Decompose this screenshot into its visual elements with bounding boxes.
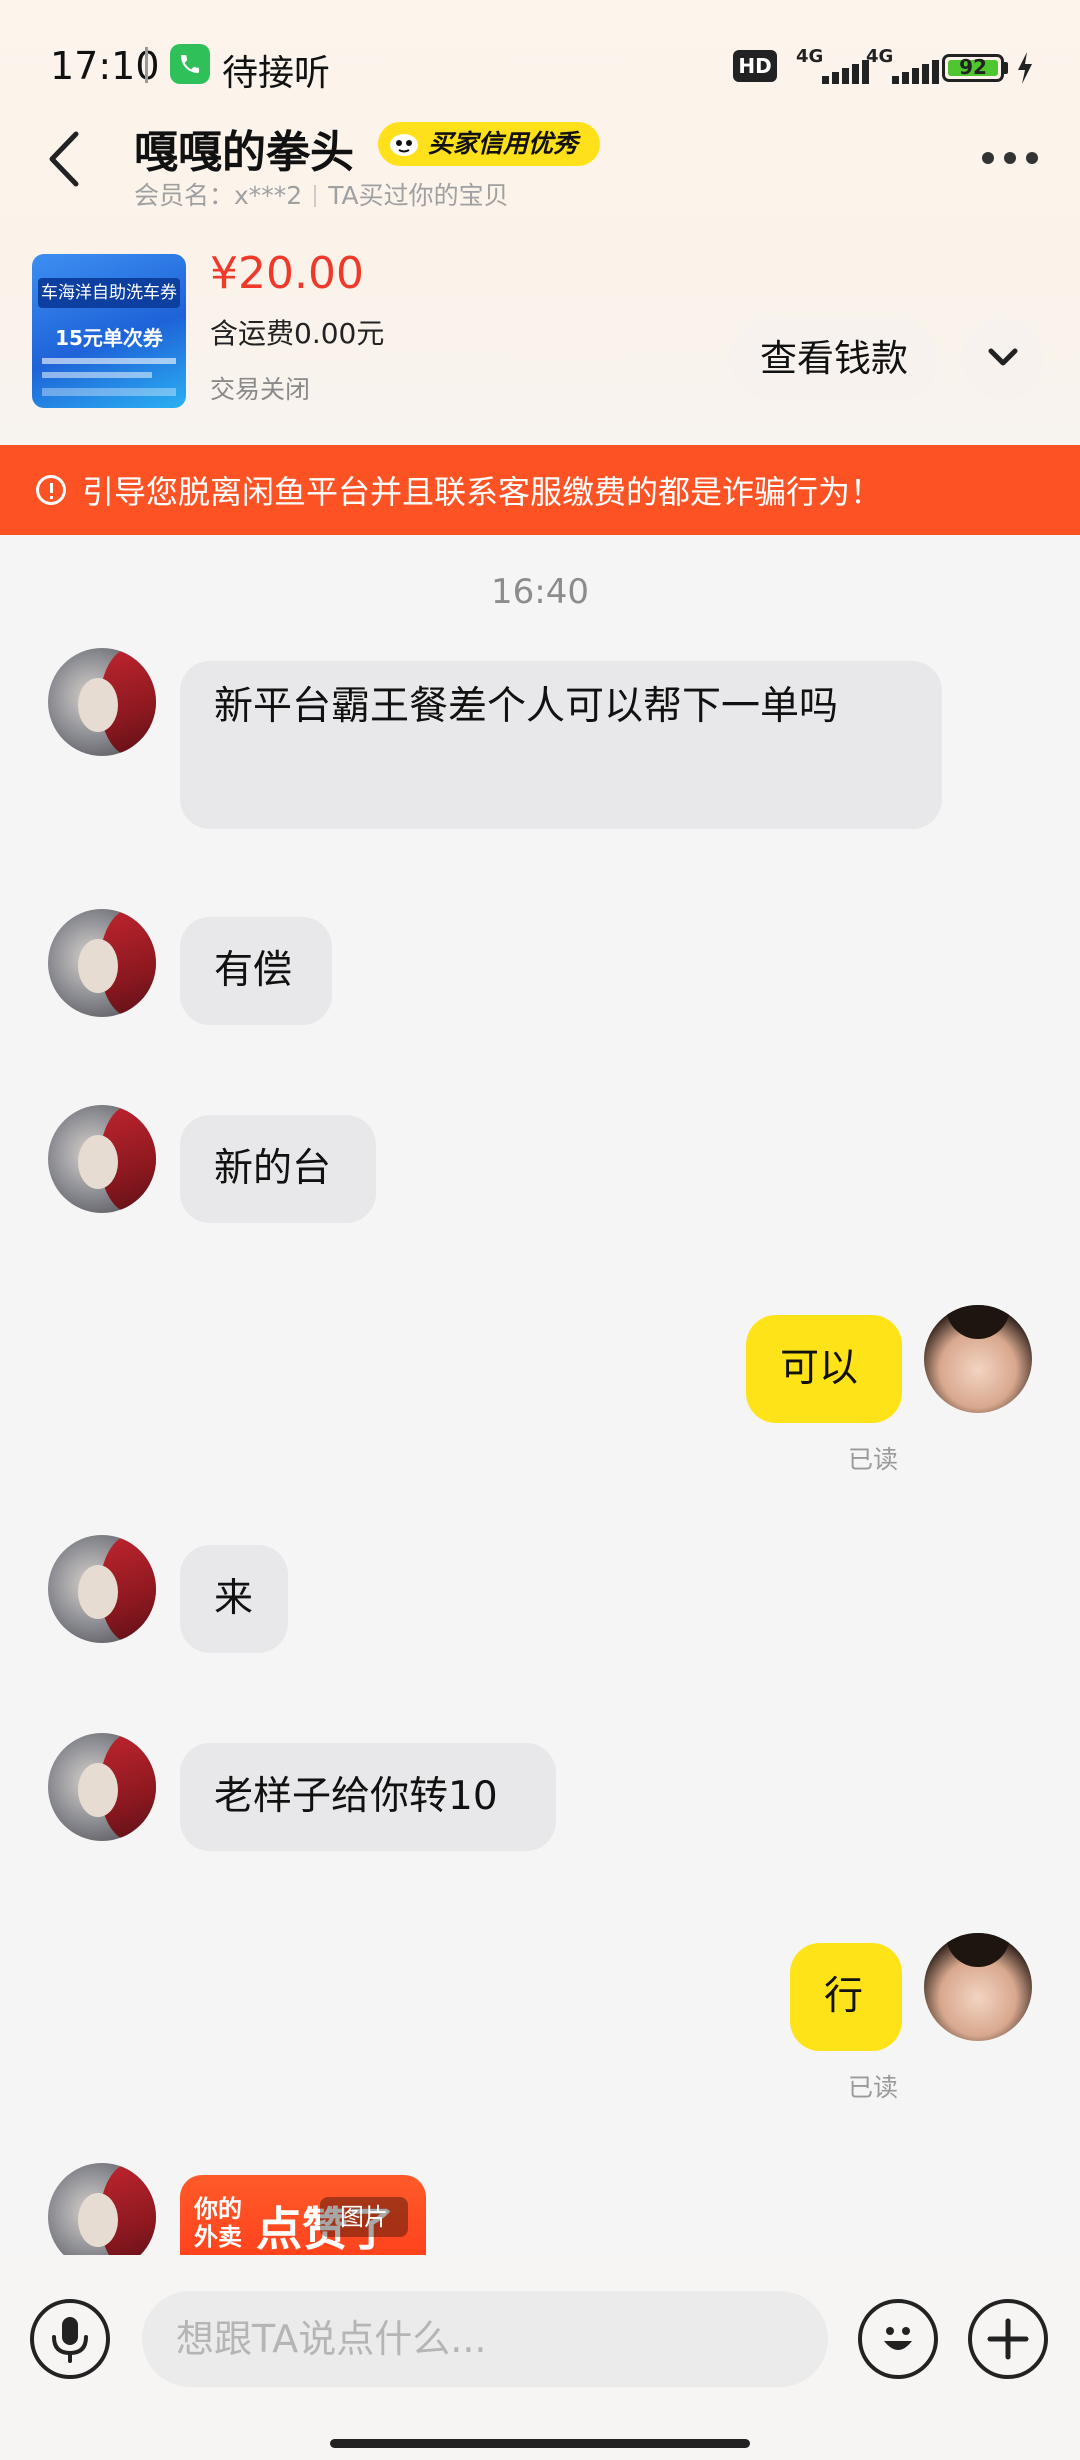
chat-title[interactable]: 嘎嘎的拳头 <box>134 116 354 180</box>
product-thumb-decoration <box>42 372 152 378</box>
home-indicator[interactable] <box>330 2439 750 2448</box>
view-payment-button[interactable]: 查看钱款 <box>730 318 938 400</box>
battery-cap <box>1004 62 1008 74</box>
member-name: 会员名：x***2 <box>134 181 303 210</box>
plus-icon <box>987 2318 1029 2360</box>
warning-icon <box>36 475 66 505</box>
message-bubble[interactable]: 新平台霸王餐差个人可以帮下一单吗 <box>180 661 942 829</box>
shipping-fee: 含运费0.00元 <box>210 317 385 350</box>
battery-level: 92 <box>959 55 987 79</box>
phone-call-icon[interactable] <box>170 44 210 84</box>
header-area: 17:10 待接听 HD 4G 4G 92 嘎嘎的拳头 买家信用优秀 会员名：x… <box>0 0 1080 445</box>
product-price: ¥20.00 <box>210 248 364 299</box>
status-divider <box>145 47 148 83</box>
signal-icon-2: 4G <box>866 46 944 86</box>
network-type-label: 4G <box>796 46 824 67</box>
my-message-bubble[interactable]: 可以 <box>746 1315 902 1423</box>
contact-avatar[interactable] <box>48 648 156 756</box>
signal-icon: 4G <box>796 46 874 86</box>
product-thumb-decoration <box>42 358 176 364</box>
message-input[interactable] <box>142 2291 828 2387</box>
contact-avatar[interactable] <box>48 1105 156 1213</box>
contact-avatar[interactable] <box>48 2163 156 2260</box>
trade-status: 交易关闭 <box>210 375 311 404</box>
read-status: 已读 <box>848 2073 899 2102</box>
charging-icon <box>1018 52 1032 84</box>
xianyu-fish-icon <box>390 134 418 156</box>
my-avatar[interactable] <box>924 1305 1032 1413</box>
call-status-text[interactable]: 待接听 <box>222 44 330 96</box>
member-divider <box>314 185 317 207</box>
message-bubble[interactable]: 来 <box>180 1545 288 1653</box>
product-thumb-subtitle: 15元单次券 <box>55 326 163 350</box>
emoji-button[interactable] <box>858 2299 938 2379</box>
emoji-icon <box>884 2327 912 2350</box>
read-status: 已读 <box>848 1445 899 1474</box>
image-message-caption: 你的外卖 <box>194 2195 242 2251</box>
hd-voice-icon: HD <box>733 50 777 82</box>
more-options-icon[interactable] <box>980 152 1040 166</box>
battery-icon: 92 <box>942 54 1004 82</box>
credit-badge[interactable]: 买家信用优秀 <box>378 122 601 166</box>
back-icon[interactable] <box>40 128 92 190</box>
image-message[interactable]: 你的外卖 点赞了 图片 <box>180 2175 426 2260</box>
my-avatar[interactable] <box>924 1933 1032 2041</box>
add-attachment-button[interactable] <box>968 2299 1048 2379</box>
network-type-label: 4G <box>866 46 894 67</box>
message-bubble[interactable]: 新的台 <box>180 1115 376 1223</box>
contact-avatar[interactable] <box>48 909 156 1017</box>
credit-badge-label: 买家信用优秀 <box>428 129 579 158</box>
my-message-bubble[interactable]: 行 <box>790 1943 902 2051</box>
chevron-down-icon <box>988 348 1018 366</box>
product-thumbnail[interactable]: 车海洋自助洗车券 15元单次券 <box>32 254 186 408</box>
status-bar: 17:10 待接听 HD 4G 4G 92 <box>0 0 1080 130</box>
member-note: TA买过你的宝贝 <box>328 181 509 210</box>
status-time: 17:10 <box>50 44 160 88</box>
input-bar <box>0 2255 1080 2460</box>
contact-avatar[interactable] <box>48 1733 156 1841</box>
message-bubble[interactable]: 老样子给你转10 <box>180 1743 556 1851</box>
member-info: 会员名：x***2 TA买过你的宝贝 <box>134 176 509 212</box>
microphone-icon <box>52 2317 88 2363</box>
contact-avatar[interactable] <box>48 1535 156 1643</box>
fraud-warning-banner: 引导您脱离闲鱼平台并且联系客服缴费的都是诈骗行为！ <box>0 445 1080 535</box>
image-tag: 图片 <box>320 2197 408 2237</box>
voice-button[interactable] <box>30 2299 110 2379</box>
warning-text: 引导您脱离闲鱼平台并且联系客服缴费的都是诈骗行为！ <box>82 473 883 511</box>
product-thumb-decoration <box>42 388 176 396</box>
time-divider: 16:40 <box>491 572 589 612</box>
message-bubble[interactable]: 有偿 <box>180 917 332 1025</box>
product-thumb-title: 车海洋自助洗车券 <box>38 278 180 308</box>
message-list[interactable]: 16:40 新平台霸王餐差个人可以帮下一单吗 有偿 新的台 可以 已读 来 老样… <box>0 535 1080 2260</box>
expand-button[interactable] <box>962 318 1044 400</box>
